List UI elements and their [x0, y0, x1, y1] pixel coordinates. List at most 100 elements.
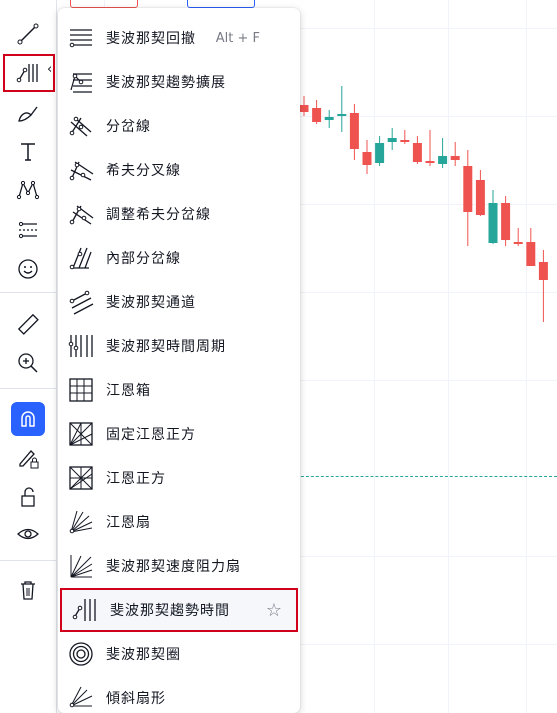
text-icon	[21, 143, 35, 161]
gann-square-fixed-icon	[69, 422, 93, 446]
menu-item-fib-circles[interactable]: 斐波那契圈	[58, 632, 300, 676]
pattern-tool[interactable]	[6, 172, 50, 208]
candle-body	[375, 143, 385, 163]
gann-box-icon	[69, 378, 93, 402]
fib-tools-menu: 斐波那契回撤 Alt + F 斐波那契趨勢擴展 分岔線 希夫分叉線 調整希夫分岔…	[58, 8, 300, 713]
gann-square-icon	[69, 466, 93, 490]
menu-item-label: 斐波那契趨勢擴展	[106, 75, 226, 91]
menu-item-label: 斐波那契回撤	[106, 31, 196, 47]
candle-body	[400, 140, 410, 142]
menu-item-schiff-pitchfork[interactable]: 希夫分叉線	[58, 148, 300, 192]
menu-item-fib-trend-extension[interactable]: 斐波那契趨勢擴展	[58, 60, 300, 104]
eye-icon	[17, 528, 39, 540]
candle-body	[450, 156, 460, 160]
chevron-left-icon[interactable]: ‹	[47, 62, 52, 77]
candle-body	[299, 105, 309, 112]
fib-retracement-icon	[69, 29, 92, 48]
candle-body	[538, 262, 548, 280]
zoom-in-icon	[18, 353, 38, 373]
menu-item-label: 斐波那契趨勢時間	[110, 603, 230, 619]
menu-item-label: 江恩箱	[106, 383, 151, 399]
menu-item-label: 固定江恩正方	[106, 427, 196, 443]
lock-all-tool[interactable]	[6, 479, 50, 515]
toolbar-divider	[0, 388, 56, 389]
fib-wedge-icon	[69, 686, 93, 708]
menu-item-label: 希夫分叉線	[106, 163, 181, 179]
menu-item-fib-time-zone[interactable]: 斐波那契時間周期	[58, 324, 300, 368]
modified-schiff-pitchfork-icon	[69, 205, 94, 225]
menu-item-fib-wedge[interactable]: 傾斜扇形	[58, 676, 300, 713]
text-tool[interactable]	[6, 134, 50, 170]
candle-body	[312, 108, 322, 122]
candle-body	[324, 117, 334, 120]
remove-tool[interactable]	[6, 572, 50, 608]
menu-item-fib-speed-fan[interactable]: 斐波那契速度阻力扇	[58, 544, 300, 588]
zoom-tool[interactable]	[6, 345, 50, 381]
candle-body	[349, 113, 359, 149]
magnet-icon	[21, 411, 35, 427]
menu-item-label: 調整希夫分岔線	[106, 207, 211, 223]
pitchfork-icon	[69, 116, 92, 137]
pattern-icon	[16, 180, 40, 200]
menu-item-fib-channel[interactable]: 斐波那契通道	[58, 280, 300, 324]
menu-item-modified-schiff-pitchfork[interactable]: 調整希夫分岔線	[58, 192, 300, 236]
menu-item-label: 內部分岔線	[106, 251, 181, 267]
menu-item-label: 江恩扇	[106, 515, 151, 531]
candle-body	[513, 242, 523, 244]
menu-item-gann-fan[interactable]: 江恩扇	[58, 500, 300, 544]
magnet-tool[interactable]	[11, 402, 45, 436]
fib-speed-fan-icon	[70, 555, 93, 578]
fib-circles-icon	[69, 642, 93, 666]
toolbar-divider	[0, 292, 56, 293]
pencil-lock-icon	[19, 450, 39, 469]
star-outline-icon[interactable]: ☆	[266, 600, 282, 621]
fib-trend-extension-icon	[70, 73, 92, 93]
gann-fan-icon	[69, 510, 93, 534]
long-short-icon	[18, 221, 37, 239]
fib-time-zone-icon	[68, 335, 93, 357]
toolbar-divider	[0, 560, 56, 561]
measure-tool[interactable]	[6, 306, 50, 342]
candle-body	[438, 156, 448, 164]
menu-item-label: 斐波那契圈	[106, 647, 181, 663]
hide-tool[interactable]	[6, 516, 50, 552]
candle-body	[488, 203, 498, 243]
candle-body	[387, 138, 397, 142]
candle-body	[425, 161, 435, 163]
brush-tool[interactable]	[6, 96, 50, 132]
menu-item-label: 分岔線	[106, 119, 151, 135]
fib-trend-time-icon	[16, 64, 38, 83]
trash-icon	[21, 581, 35, 600]
menu-item-label: 斐波那契時間周期	[106, 339, 226, 355]
candle-body	[337, 114, 347, 116]
menu-item-label: 傾斜扇形	[106, 691, 166, 707]
fib-trend-time-icon	[72, 599, 96, 621]
menu-item-fib-retracement[interactable]: 斐波那契回撤 Alt + F	[58, 16, 300, 60]
candle-body	[412, 143, 422, 162]
menu-item-label: 江恩正方	[106, 471, 166, 487]
schiff-pitchfork-icon	[69, 161, 94, 181]
emoji-tool[interactable]	[6, 251, 50, 287]
candle-body	[526, 242, 536, 266]
menu-item-label: 斐波那契通道	[106, 295, 196, 311]
lock-drawing-tool[interactable]	[6, 440, 50, 476]
menu-item-gann-square-fixed[interactable]: 固定江恩正方	[58, 412, 300, 456]
ruler-icon	[17, 313, 39, 335]
menu-item-gann-square[interactable]: 江恩正方	[58, 456, 300, 500]
drawing-toolbar: ‹	[0, 0, 57, 713]
fib-tool[interactable]	[6, 55, 50, 91]
menu-item-label: 斐波那契速度阻力扇	[106, 559, 241, 575]
menu-item-fib-trend-time[interactable]: 斐波那契趨勢時間 ☆	[60, 588, 298, 632]
menu-item-inside-pitchfork[interactable]: 內部分岔線	[58, 236, 300, 280]
smiley-icon	[18, 259, 38, 279]
candle-body	[463, 166, 473, 212]
candle-body	[501, 203, 511, 240]
menu-item-pitchfork[interactable]: 分岔線	[58, 104, 300, 148]
menu-item-gann-box[interactable]: 江恩箱	[58, 368, 300, 412]
trend-line-tool[interactable]	[6, 16, 50, 52]
trend-line-icon	[17, 23, 39, 45]
unlock-icon	[21, 487, 35, 507]
candle-body	[362, 152, 372, 165]
candle-body	[475, 180, 485, 215]
prediction-tool[interactable]	[6, 212, 50, 248]
